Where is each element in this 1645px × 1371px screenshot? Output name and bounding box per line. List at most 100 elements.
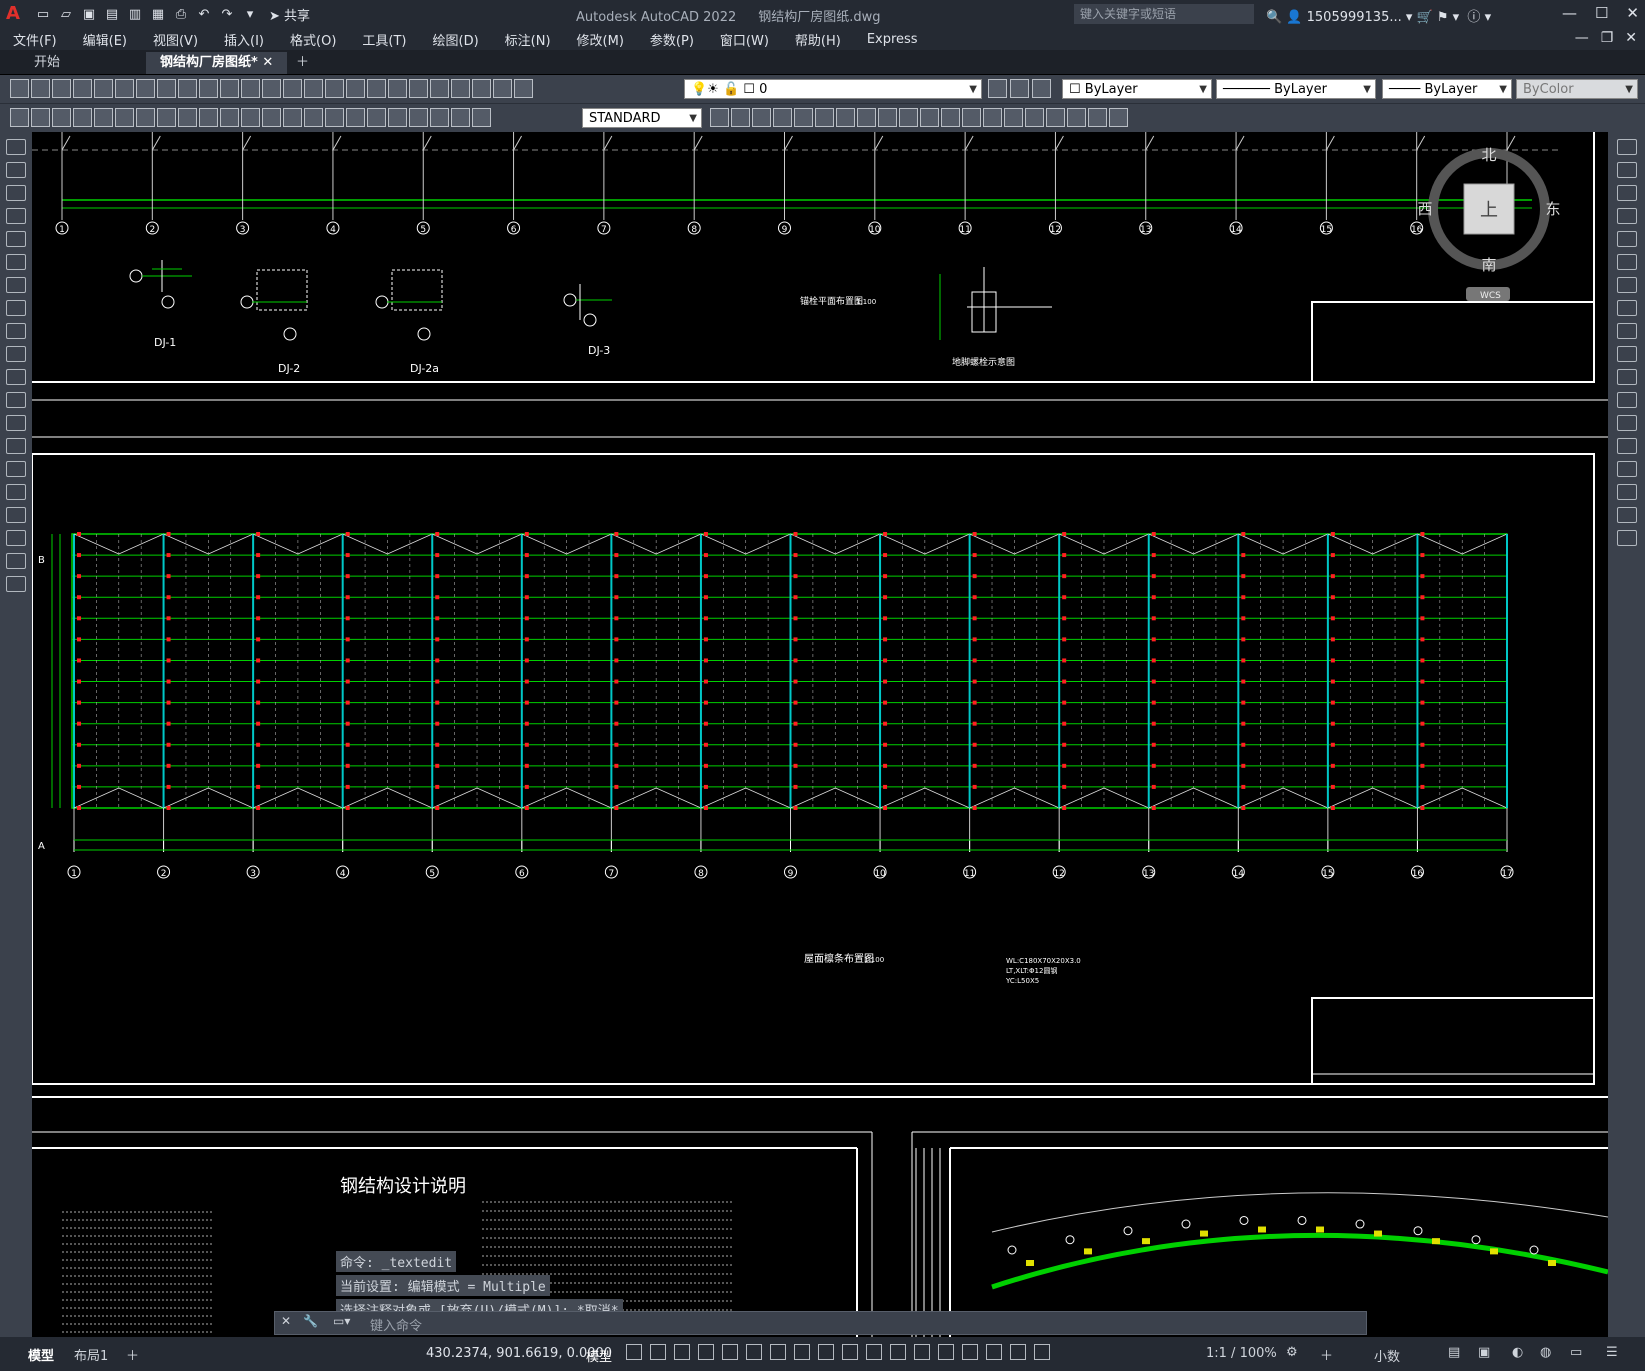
- explode-side-icon[interactable]: [1616, 530, 1637, 546]
- maximize-icon[interactable]: ☐: [1595, 4, 1608, 22]
- menu-draw[interactable]: 绘图(D): [420, 30, 492, 49]
- hardware-acceleration-icon[interactable]: ◍: [1540, 1345, 1551, 1360]
- gradient-icon[interactable]: [6, 484, 26, 500]
- preview-icon[interactable]: [94, 79, 113, 98]
- undo-tb-icon[interactable]: [241, 79, 260, 98]
- mirror-icon[interactable]: [773, 108, 792, 127]
- menu-view[interactable]: 视图(V): [140, 30, 211, 49]
- 3d-dwf-icon[interactable]: [136, 79, 155, 98]
- offset-side-icon[interactable]: [1616, 208, 1637, 224]
- close-icon[interactable]: ✕: [1626, 4, 1639, 22]
- workspace-gear-icon[interactable]: ⚙: [1286, 1345, 1298, 1360]
- move-icon[interactable]: [836, 108, 855, 127]
- ellipse-icon[interactable]: [6, 346, 26, 362]
- drawing-canvas[interactable]: 1234567891011121314151617 DJ-1 DJ-2 DJ-2…: [32, 132, 1608, 1337]
- doc-minimize-icon[interactable]: —: [1575, 30, 1589, 46]
- model-space-toggle[interactable]: 模型: [586, 1346, 612, 1365]
- linetype-dropdown[interactable]: ────── ByLayer ▼: [1216, 79, 1376, 99]
- dim-space-icon[interactable]: [304, 108, 323, 127]
- qnew-icon[interactable]: [10, 79, 29, 98]
- tab-close-icon[interactable]: ✕: [262, 55, 273, 70]
- isolate-objects-icon[interactable]: ◐: [1512, 1345, 1523, 1360]
- center-mark-icon[interactable]: [367, 108, 386, 127]
- command-input[interactable]: 键入命令: [370, 1315, 422, 1334]
- multiline-text-icon[interactable]: [6, 553, 26, 569]
- annotation-visibility-icon[interactable]: [1010, 1344, 1026, 1360]
- lock-ui-icon[interactable]: ▣: [1478, 1345, 1490, 1360]
- coordinate-readout[interactable]: 430.2374, 901.6619, 0.0000: [426, 1346, 612, 1361]
- tab-model[interactable]: 模型: [28, 1345, 54, 1364]
- save-icon[interactable]: ▣: [79, 5, 99, 23]
- dim-style-icon[interactable]: [710, 108, 729, 127]
- cut-icon[interactable]: [157, 79, 176, 98]
- object-snap-icon[interactable]: [818, 1344, 834, 1360]
- region-icon[interactable]: [6, 507, 26, 523]
- dynamic-input-icon[interactable]: [698, 1344, 714, 1360]
- break-icon[interactable]: [962, 108, 981, 127]
- share-button[interactable]: ➤ 共享: [269, 5, 310, 24]
- make-current-icon[interactable]: [988, 79, 1007, 98]
- web-mobile-open-icon[interactable]: ▥: [125, 5, 145, 23]
- table-icon[interactable]: [6, 530, 26, 546]
- pan-icon[interactable]: [283, 79, 302, 98]
- auto-scale-icon[interactable]: [1034, 1344, 1050, 1360]
- polyline-icon[interactable]: [6, 185, 26, 201]
- trim-icon[interactable]: [920, 108, 939, 127]
- insert-block-icon[interactable]: [6, 392, 26, 408]
- viewcube-north[interactable]: 北: [1481, 146, 1496, 164]
- quick-dim-icon[interactable]: [241, 108, 260, 127]
- ortho-icon[interactable]: [722, 1344, 738, 1360]
- add-selected-icon[interactable]: [6, 576, 26, 592]
- copy-icon[interactable]: [178, 79, 197, 98]
- save-as-icon[interactable]: ▤: [102, 5, 122, 23]
- lineweight-dropdown[interactable]: ──── ByLayer ▼: [1382, 79, 1512, 99]
- object-snap-tracking-icon[interactable]: [794, 1344, 810, 1360]
- new-tab-plus-icon[interactable]: ＋: [282, 52, 323, 74]
- construction-line-icon[interactable]: [6, 162, 26, 178]
- menu-window[interactable]: 窗口(W): [707, 30, 782, 49]
- polar-tracking-icon[interactable]: [746, 1344, 762, 1360]
- tool-palettes-icon[interactable]: [409, 79, 428, 98]
- dim-edit-icon[interactable]: [430, 108, 449, 127]
- design-center-icon[interactable]: [388, 79, 407, 98]
- send-back-icon[interactable]: [1109, 108, 1128, 127]
- stretch-icon[interactable]: [899, 108, 918, 127]
- dim-ordinate-icon[interactable]: [136, 108, 155, 127]
- layer-iso-icon[interactable]: [52, 108, 71, 127]
- redo-tb-icon[interactable]: [262, 79, 281, 98]
- viewcube[interactable]: 上 北 南 东 西 WCS: [1414, 144, 1564, 314]
- erase-side-icon[interactable]: [1616, 139, 1637, 155]
- menu-file[interactable]: 文件(F): [0, 30, 70, 49]
- layer-previous-icon[interactable]: [1010, 79, 1029, 98]
- break-side-icon[interactable]: [1616, 415, 1637, 431]
- inspection-icon[interactable]: [388, 108, 407, 127]
- plot-icon[interactable]: ⎙: [171, 5, 191, 23]
- menu-help[interactable]: 帮助(H): [782, 30, 854, 49]
- dim-linear-icon[interactable]: [73, 108, 92, 127]
- properties-icon[interactable]: [367, 79, 386, 98]
- snap-icon[interactable]: [650, 1344, 666, 1360]
- erase-icon[interactable]: [731, 108, 750, 127]
- 3d-osnap-icon[interactable]: [914, 1344, 930, 1360]
- isometric-icon[interactable]: [770, 1344, 786, 1360]
- dim-break-icon[interactable]: [325, 108, 344, 127]
- scale-icon[interactable]: [878, 108, 897, 127]
- menu-tools[interactable]: 工具(T): [349, 30, 419, 49]
- doc-close-icon[interactable]: ✕: [1625, 30, 1637, 46]
- dim-angular-icon[interactable]: [220, 108, 239, 127]
- blend-side-icon[interactable]: [1616, 507, 1637, 523]
- hatch-icon[interactable]: [6, 461, 26, 477]
- paste-icon[interactable]: [199, 79, 218, 98]
- infer-constraints-icon[interactable]: [674, 1344, 690, 1360]
- plotstyle-dropdown[interactable]: ByColor ▼: [1516, 79, 1638, 99]
- fillet-side-icon[interactable]: [1616, 484, 1637, 500]
- grid-icon[interactable]: [626, 1344, 642, 1360]
- sheet-set-icon[interactable]: [430, 79, 449, 98]
- menu-modify[interactable]: 修改(M): [564, 30, 637, 49]
- explode-icon[interactable]: [1046, 108, 1065, 127]
- help-search-input[interactable]: 键入关键字或短语: [1074, 4, 1254, 24]
- doc-restore-icon[interactable]: ❐: [1601, 30, 1614, 46]
- rotate-side-icon[interactable]: [1616, 277, 1637, 293]
- dynamic-ucs-icon[interactable]: [938, 1344, 954, 1360]
- annotation-scale[interactable]: 1:1 / 100%: [1206, 1346, 1277, 1361]
